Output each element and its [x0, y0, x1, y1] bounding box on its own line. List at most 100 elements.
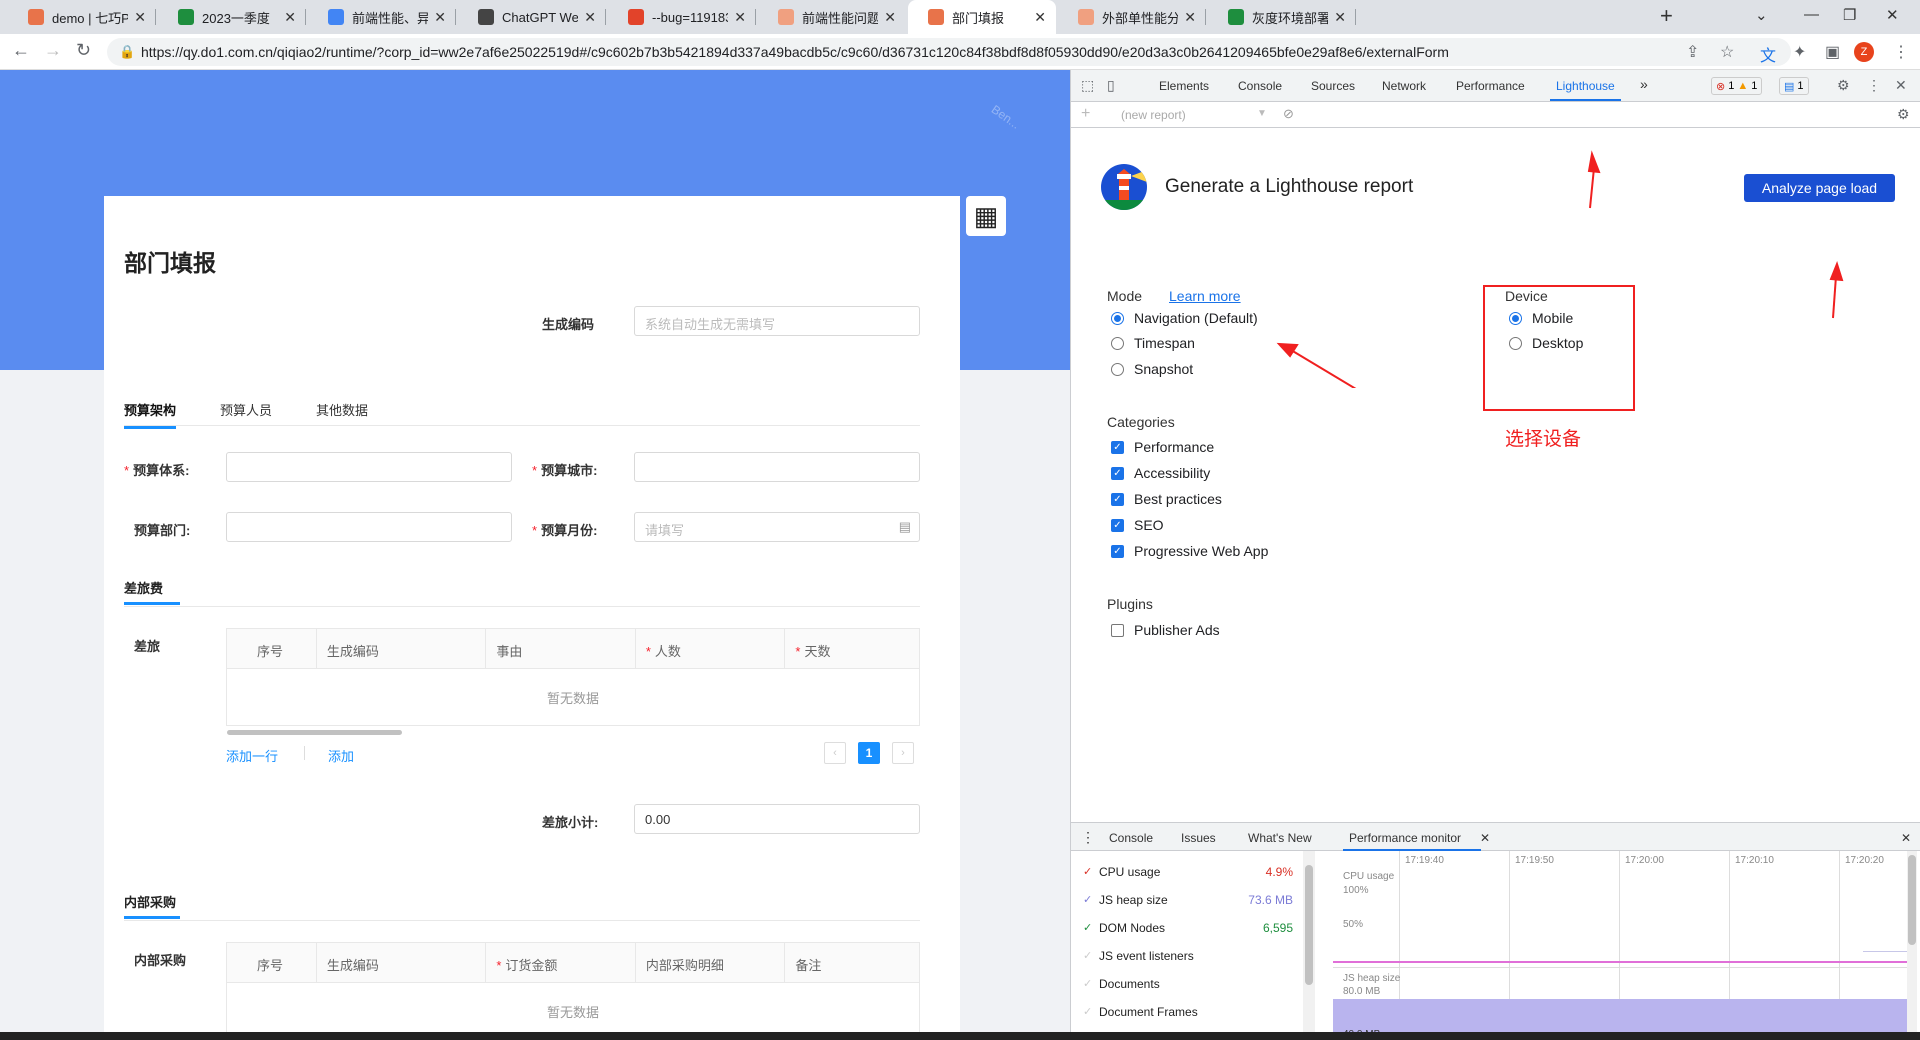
tab-budget-structure[interactable]: 预算架构 — [124, 400, 177, 429]
drawer-tab-performance-monitor[interactable]: Performance monitor — [1342, 831, 1482, 851]
messages-badge[interactable]: ▤ 1 — [1779, 77, 1809, 95]
graph-scrollbar[interactable] — [1907, 851, 1917, 1040]
prev-page-button[interactable]: ‹ — [824, 742, 846, 764]
browser-tab[interactable]: demo | 七巧Plus2.0 ✕ — [8, 0, 156, 34]
budget-month-input[interactable]: 请填写 ▤ — [634, 512, 920, 542]
lighthouse-settings-icon[interactable]: ⚙ — [1897, 106, 1910, 123]
browser-menu-icon[interactable]: ⋮ — [1893, 42, 1909, 62]
drawer-tab-console[interactable]: Console — [1109, 831, 1153, 845]
more-tabs-icon[interactable]: » — [1640, 76, 1648, 92]
checkbox[interactable]: ✓ — [1111, 544, 1124, 558]
metric-js-heap[interactable]: ✓ JS heap size 73.6 MB — [1083, 893, 1293, 907]
category-pwa[interactable]: ✓ Progressive Web App — [1111, 543, 1268, 559]
gen-code-input[interactable]: 系统自动生成无需填写 — [634, 306, 920, 336]
close-tab-icon[interactable]: ✕ — [1334, 9, 1346, 26]
metric-event-listeners[interactable]: ✓ JS event listeners — [1083, 949, 1293, 963]
check-icon[interactable]: ✓ — [1083, 893, 1099, 907]
drawer-menu-icon[interactable]: ⋮ — [1081, 829, 1095, 846]
bookmark-star-icon[interactable]: ☆ — [1720, 42, 1734, 62]
translate-icon[interactable]: 文 — [1760, 42, 1776, 66]
back-icon[interactable]: ← — [12, 40, 30, 61]
tab-network[interactable]: Network — [1382, 79, 1426, 93]
add-row-link[interactable]: 添加一行 — [226, 746, 278, 765]
travel-subtotal-input[interactable]: 0.00 — [634, 804, 920, 834]
check-icon[interactable]: ✓ — [1083, 1005, 1099, 1019]
tab-lighthouse[interactable]: Lighthouse — [1550, 79, 1621, 101]
url-text[interactable]: https://qy.do1.com.cn/qiqiao2/runtime/?c… — [141, 44, 1449, 60]
browser-tab[interactable]: 前端性能问题处理手册 ✕ — [758, 0, 906, 34]
add-report-icon[interactable]: + — [1081, 105, 1090, 123]
tab-performance[interactable]: Performance — [1456, 79, 1525, 93]
checkbox[interactable]: ✓ — [1111, 440, 1124, 454]
drawer-tab-whats-new[interactable]: What's New — [1248, 831, 1312, 845]
plugin-publisher-ads[interactable]: Publisher Ads — [1111, 622, 1220, 638]
tab-search-icon[interactable]: ⌄ — [1755, 6, 1768, 24]
tab-other-data[interactable]: 其他数据 — [316, 400, 368, 419]
metric-document-frames[interactable]: ✓ Document Frames — [1083, 1005, 1293, 1019]
category-best-practices[interactable]: ✓ Best practices — [1111, 491, 1222, 507]
check-icon[interactable]: ✓ — [1083, 921, 1099, 935]
devtools-menu-icon[interactable]: ⋮ — [1867, 77, 1881, 94]
close-tab-icon[interactable]: ✕ — [1034, 9, 1046, 26]
close-tab-icon[interactable]: ✕ — [284, 9, 296, 26]
category-accessibility[interactable]: ✓ Accessibility — [1111, 465, 1210, 481]
close-tab-icon[interactable]: ✕ — [1184, 9, 1196, 26]
metrics-scrollbar[interactable] — [1303, 851, 1315, 1040]
settings-gear-icon[interactable]: ⚙ — [1837, 77, 1850, 94]
table-scrollbar[interactable] — [227, 730, 402, 735]
metric-cpu-usage[interactable]: ✓ CPU usage 4.9% — [1083, 865, 1293, 879]
browser-tab[interactable]: 灰度环境部署相关事项 ✕ — [1208, 0, 1356, 34]
qr-code-icon[interactable]: ▦ — [966, 196, 1006, 236]
close-tab-icon[interactable]: ✕ — [134, 9, 146, 26]
checkbox[interactable]: ✓ — [1111, 466, 1124, 480]
forward-icon[interactable]: → — [44, 40, 62, 61]
close-tab-icon[interactable]: ✕ — [734, 9, 746, 26]
browser-tab[interactable]: 外部单性能分析报告 ✕ — [1058, 0, 1206, 34]
browser-tab[interactable]: 2023一季度【每周目 ✕ — [158, 0, 306, 34]
category-performance[interactable]: ✓ Performance — [1111, 439, 1214, 455]
current-page-button[interactable]: 1 — [858, 742, 880, 764]
browser-tab[interactable]: ChatGPT Web ✕ — [458, 0, 606, 34]
tab-budget-staff[interactable]: 预算人员 — [220, 400, 272, 419]
address-bar[interactable]: 🔒 https://qy.do1.com.cn/qiqiao2/runtime/… — [107, 38, 1791, 66]
extensions-icon[interactable]: ✦ — [1793, 42, 1806, 62]
checkbox[interactable] — [1111, 623, 1124, 637]
close-drawer-icon[interactable]: ✕ — [1901, 831, 1911, 845]
checkbox[interactable]: ✓ — [1111, 492, 1124, 506]
new-tab-button[interactable]: + — [1660, 3, 1673, 29]
next-page-button[interactable]: › — [892, 742, 914, 764]
report-select[interactable]: (new report) — [1121, 108, 1186, 122]
lock-icon[interactable]: 🔒 — [119, 44, 135, 60]
budget-city-input[interactable] — [634, 452, 920, 482]
calendar-icon[interactable]: ▤ — [899, 519, 911, 535]
category-seo[interactable]: ✓ SEO — [1111, 517, 1164, 533]
side-panel-icon[interactable]: ▣ — [1825, 42, 1840, 62]
budget-system-input[interactable] — [226, 452, 512, 482]
check-icon[interactable]: ✓ — [1083, 949, 1099, 963]
reload-icon[interactable]: ↻ — [76, 40, 91, 61]
profile-avatar[interactable]: Z — [1854, 42, 1874, 62]
chevron-down-icon[interactable]: ▼ — [1257, 108, 1267, 119]
drawer-tab-issues[interactable]: Issues — [1181, 831, 1216, 845]
share-icon[interactable]: ⇪ — [1686, 42, 1699, 62]
close-window-icon[interactable]: ✕ — [1886, 6, 1899, 24]
restore-icon[interactable]: ❐ — [1843, 6, 1856, 24]
browser-tab[interactable]: --bug=1191832 --us ✕ — [608, 0, 756, 34]
close-tab-icon[interactable]: ✕ — [584, 9, 596, 26]
browser-tab[interactable]: 部门填报 ✕ — [908, 0, 1056, 34]
browser-tab[interactable]: 前端性能、异常分析报 ✕ — [308, 0, 456, 34]
tab-sources[interactable]: Sources — [1311, 79, 1355, 93]
minimize-icon[interactable]: — — [1804, 6, 1819, 23]
device-toolbar-icon[interactable]: ▯ — [1107, 77, 1115, 94]
close-tab-icon[interactable]: ✕ — [1480, 831, 1490, 845]
metric-dom-nodes[interactable]: ✓ DOM Nodes 6,595 — [1083, 921, 1293, 935]
clear-icon[interactable]: ⊘ — [1283, 106, 1294, 122]
inspect-element-icon[interactable]: ⬚ — [1081, 77, 1094, 94]
budget-dept-input[interactable] — [226, 512, 512, 542]
check-icon[interactable]: ✓ — [1083, 977, 1099, 991]
add-link[interactable]: 添加 — [328, 746, 354, 765]
check-icon[interactable]: ✓ — [1083, 865, 1099, 879]
tab-elements[interactable]: Elements — [1159, 79, 1209, 93]
checkbox[interactable]: ✓ — [1111, 518, 1124, 532]
issues-badge[interactable]: ⊗ 1 ▲ 1 — [1711, 77, 1763, 95]
